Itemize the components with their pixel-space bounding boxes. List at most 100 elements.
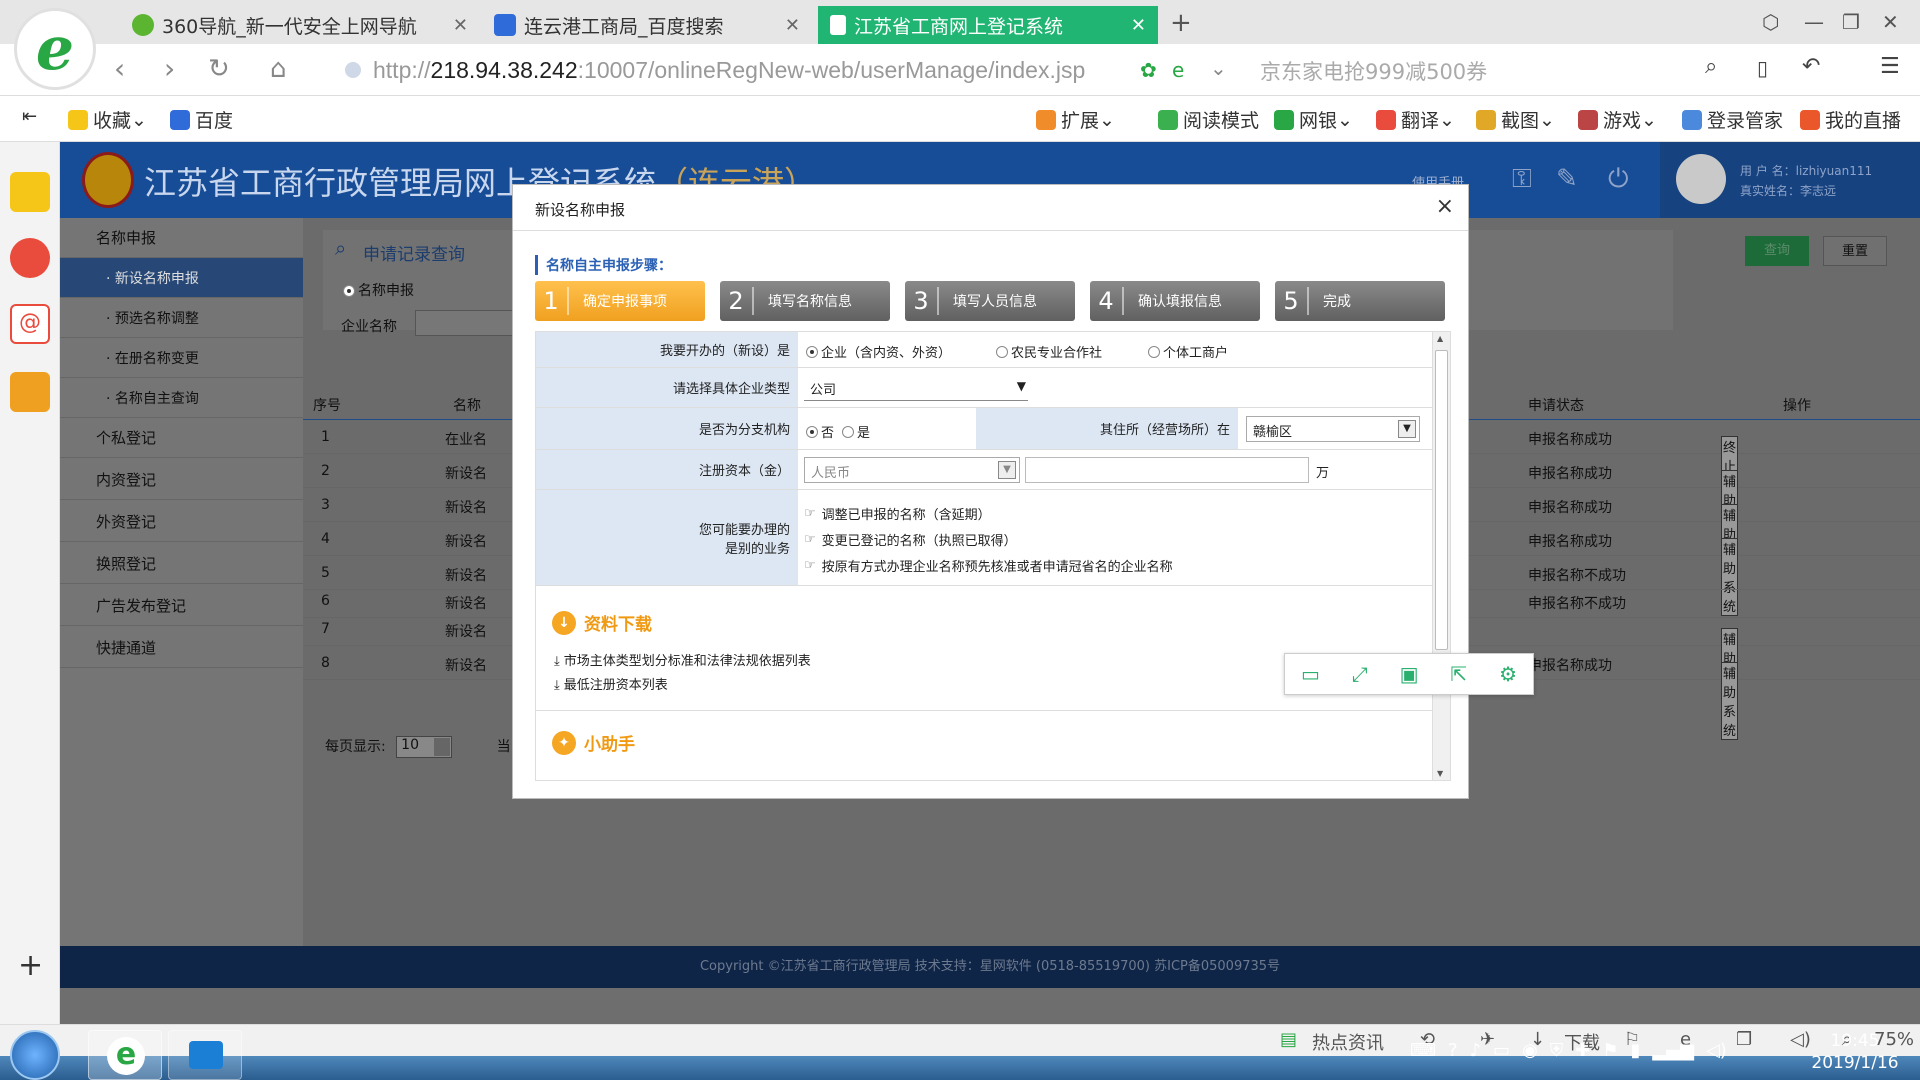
settings-icon[interactable]: ⚙ [1499, 662, 1517, 686]
mail-icon[interactable]: @ [10, 304, 50, 344]
save-icon[interactable]: ▣ [1400, 662, 1419, 686]
battery-icon[interactable]: ▮ [1631, 1040, 1641, 1061]
star-icon[interactable] [10, 172, 50, 212]
radio-enterprise[interactable]: 企业（含内资、外资） [806, 342, 951, 361]
keyboard-icon[interactable]: ⌨ [1410, 1040, 1436, 1061]
sidebar-item-name-query[interactable]: · 名称自主查询 [60, 378, 303, 418]
sidebar-item-preselect-adjust[interactable]: · 预选名称调整 [60, 298, 303, 338]
query-button[interactable]: 查询 [1745, 236, 1809, 266]
help-icon[interactable]: ? [1448, 1040, 1458, 1061]
scroll-up-icon[interactable]: ▲ [1437, 334, 1443, 343]
row-action-button[interactable]: 辅助系统 [1721, 662, 1739, 740]
chrome-icon[interactable]: ◉ [1522, 1040, 1538, 1061]
radio-cooperative[interactable]: 农民专业合作社 [996, 342, 1102, 361]
live-button[interactable]: 我的直播 [1800, 106, 1901, 133]
sidebar-item-registered-change[interactable]: · 在册名称变更 [60, 338, 303, 378]
tab-registration-system[interactable]: 江苏省工商网上登记系统 ✕ [818, 6, 1158, 44]
shield-icon[interactable]: ⛨ [1550, 1040, 1564, 1061]
close-icon[interactable]: × [1436, 194, 1454, 219]
bookmark-baidu[interactable]: 百度 [170, 106, 233, 133]
clock[interactable]: 19:45 2019/1/16 [1800, 1030, 1910, 1074]
modal-scrollbar[interactable]: ▲ ▼ [1432, 332, 1450, 780]
close-icon[interactable]: ✕ [453, 15, 468, 36]
power-icon[interactable]: ⏻ [1608, 164, 1629, 195]
radio-branch-no[interactable]: 否 [806, 422, 834, 441]
sidebar-item-domestic[interactable]: 内资登记 [60, 460, 303, 500]
download-link-min-capital[interactable]: ⤓ 最低注册资本列表 [554, 674, 668, 693]
forward-button[interactable]: › [164, 52, 175, 85]
link-original-method[interactable]: ☞ 按原有方式办理企业名称预先核准或者申请冠省名的企业名称 [804, 556, 1173, 575]
address-bar[interactable]: http://218.94.38.242:10007/onlineRegNew-… [345, 50, 1235, 90]
sidebar-item-license-change[interactable]: 换照登记 [60, 544, 303, 584]
close-window-button[interactable]: ✕ [1882, 10, 1899, 34]
page-size-select[interactable]: 10 [396, 736, 453, 758]
taskbar-video-app[interactable] [168, 1030, 242, 1080]
signal-icon[interactable]: ▂▄▆ [1652, 1040, 1694, 1061]
skin-icon[interactable]: ⬡ [1762, 10, 1779, 34]
sidebar-item-foreign[interactable]: 外资登记 [60, 502, 303, 542]
tab-baidu-search[interactable]: 连云港工商局_百度搜索 ✕ [482, 6, 812, 44]
plus-icon[interactable]: ✚ [1575, 1040, 1590, 1061]
fullscreen-icon[interactable]: ⤢ [1352, 662, 1368, 686]
home-button[interactable]: ⌂ [270, 54, 287, 84]
scrollbar-thumb[interactable] [1435, 350, 1448, 650]
flag-icon[interactable]: ⚑ [1602, 1040, 1618, 1061]
volume-icon[interactable]: ◁) [1706, 1040, 1727, 1061]
back-button[interactable]: ‹ [114, 52, 125, 85]
tab-360-nav[interactable]: 360导航_新一代安全上网导航 ✕ [120, 6, 480, 44]
browser-logo[interactable]: e [14, 8, 96, 90]
compat-mode-icon[interactable]: e [1172, 58, 1184, 82]
mic-icon[interactable]: ♪ [1470, 1040, 1482, 1061]
share-icon[interactable]: ⇱ [1450, 662, 1467, 686]
weibo-icon[interactable] [10, 238, 50, 278]
close-icon[interactable]: ✕ [1131, 15, 1146, 36]
radio-name-apply[interactable]: 名称申报 [343, 280, 414, 300]
taskbar-browser[interactable]: e [88, 1030, 162, 1080]
enterprise-type-select[interactable]: 公司 ▼ [804, 375, 1028, 401]
games-menu[interactable]: 游戏 ⌄ [1578, 106, 1657, 133]
netbank-menu[interactable]: 网银 ⌄ [1274, 106, 1353, 133]
login-manager-button[interactable]: 登录管家 [1682, 106, 1783, 133]
radio-branch-yes[interactable]: 是 [842, 422, 870, 441]
user-edit-icon[interactable]: ✎ [1556, 164, 1578, 194]
scroll-down-icon[interactable]: ▼ [1437, 769, 1443, 778]
minimize-button[interactable]: — [1804, 10, 1824, 34]
close-icon[interactable]: ✕ [785, 15, 800, 36]
tablet-icon[interactable]: ▭ [1301, 662, 1320, 686]
company-name-input[interactable] [415, 310, 515, 336]
start-button[interactable] [10, 1030, 60, 1080]
news-icon[interactable]: ▤ [1280, 1029, 1297, 1050]
menu-icon[interactable]: ☰ [1880, 54, 1900, 79]
capital-input[interactable] [1025, 457, 1309, 483]
new-tab-button[interactable]: + [1170, 8, 1192, 38]
security-icon[interactable]: ✿ [1140, 58, 1157, 82]
radio-individual[interactable]: 个体工商户 [1148, 342, 1228, 361]
mobile-icon[interactable]: ▯ [1757, 56, 1768, 80]
refresh-button[interactable]: ↻ [208, 54, 230, 84]
link-change-name[interactable]: ☞ 变更已登记的名称（执照已取得） [804, 530, 1017, 549]
collapse-sidebar-icon[interactable]: ⇤ [22, 106, 37, 127]
favorites-menu[interactable]: 收藏 ⌄ [68, 106, 147, 133]
window-icon[interactable]: ❐ [1736, 1029, 1752, 1050]
extensions-menu[interactable]: 扩展 ⌄ [1036, 106, 1115, 133]
restore-button[interactable]: ❐ [1842, 10, 1860, 34]
search-promo[interactable]: 京东家电抢999减500券 [1260, 56, 1487, 86]
add-icon[interactable]: + [18, 948, 43, 983]
key-icon[interactable]: ⚿ [1512, 164, 1532, 195]
download-link-type-standard[interactable]: ⤓ 市场主体类型划分标准和法律法规依据列表 [554, 650, 811, 669]
reading-mode-button[interactable]: 阅读模式 [1158, 106, 1259, 133]
screenshot-menu[interactable]: 截图 ⌄ [1476, 106, 1555, 133]
translate-menu[interactable]: 翻译 ⌄ [1376, 106, 1455, 133]
reset-button[interactable]: 重置 [1823, 236, 1887, 266]
sidebar-item-private[interactable]: 个私登记 [60, 418, 303, 458]
link-adjust-name[interactable]: ☞ 调整已申报的名称（含延期） [804, 504, 991, 523]
domicile-select[interactable]: 赣榆区 ▼ [1246, 416, 1420, 442]
sidebar-item-new-name[interactable]: · 新设名称申报 [60, 258, 303, 298]
sidebar-item-ad-publish[interactable]: 广告发布登记 [60, 586, 303, 626]
undo-close-icon[interactable]: ↶ [1802, 54, 1820, 79]
currency-select[interactable]: 人民币 ▼ [804, 457, 1020, 483]
screen-icon[interactable]: ▭ [1493, 1040, 1510, 1061]
sidebar-item-fast-channel[interactable]: 快捷通道 [60, 628, 303, 668]
search-icon[interactable]: ⌕ [1705, 54, 1717, 79]
notes-icon[interactable] [10, 372, 50, 412]
